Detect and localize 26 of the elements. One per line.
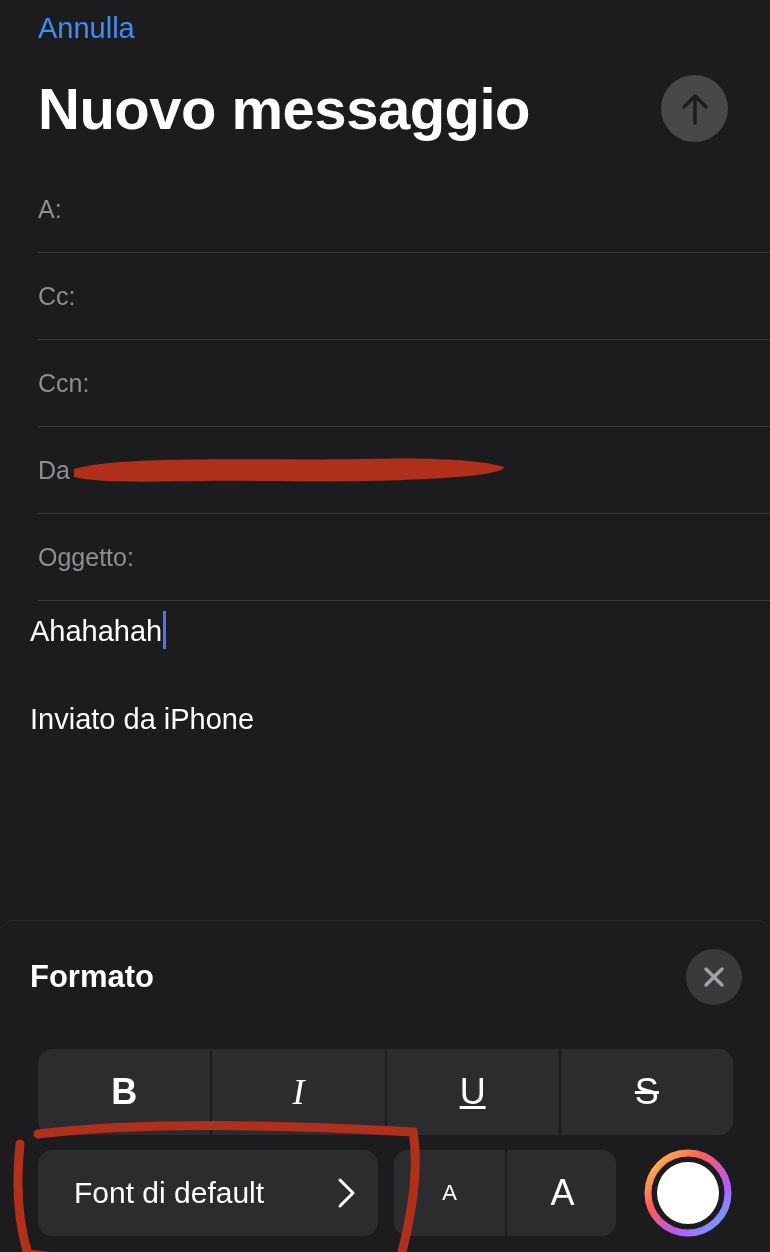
panel-title: Formato [30,959,154,995]
header-field[interactable]: A: [38,166,770,253]
field-label: A: [38,194,62,224]
color-picker-button[interactable] [644,1149,732,1237]
format-style-button[interactable]: B [38,1049,211,1135]
chevron-right-icon [336,1177,356,1209]
header-field[interactable]: Ccn: [38,340,770,427]
field-label: Cc: [38,281,76,311]
header-field[interactable]: Cc: [38,253,770,340]
field-label: Ccn: [38,368,90,398]
header-field[interactable]: Da [38,427,770,514]
body-text: Ahahahah [30,615,163,648]
field-label: Da [38,455,70,485]
body-text: Inviato da iPhone [30,703,255,736]
format-style-button[interactable]: S [560,1049,733,1135]
close-button[interactable] [686,949,742,1005]
close-icon [703,966,725,988]
message-title: Nuovo messaggio [38,75,531,142]
cancel-link[interactable]: Annulla [38,12,135,45]
header-field[interactable]: Oggetto: [38,514,770,601]
format-style-button[interactable]: U [386,1049,559,1135]
color-wheel-icon [644,1149,732,1237]
increase-size-button[interactable]: A [507,1150,616,1236]
decrease-size-button[interactable]: A [394,1150,505,1236]
font-button[interactable]: Font di default [38,1150,378,1236]
field-label: Oggetto: [38,542,134,572]
